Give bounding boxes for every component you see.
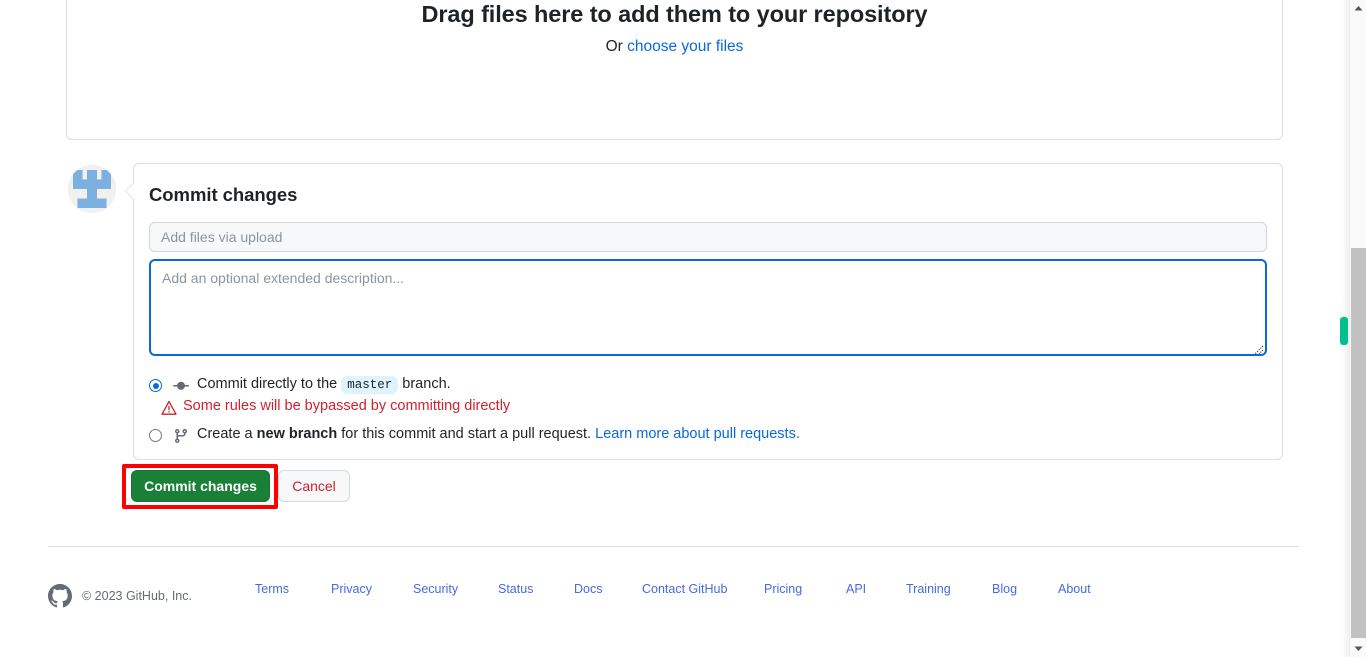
- bypass-rules-warning-text: Some rules will be bypassed by committin…: [183, 398, 511, 414]
- bubble-arrow-fill: [126, 182, 135, 200]
- scrollbar-find-marker: [1340, 317, 1348, 345]
- git-branch-icon: [174, 429, 187, 444]
- branch-name-badge: master: [341, 376, 399, 394]
- commit-message-input[interactable]: [149, 222, 1267, 252]
- option-create-new-branch-label: Create a new branch for this commit and …: [197, 426, 800, 442]
- alert-triangle-icon: [161, 400, 177, 415]
- opt2-bold-text: new branch: [256, 426, 338, 442]
- footer-link-api[interactable]: API: [846, 582, 866, 596]
- commit-changes-button[interactable]: Commit changes: [131, 470, 270, 502]
- dropzone-subtitle: Or choose your files: [67, 38, 1282, 56]
- avatar: [68, 165, 116, 213]
- github-mark-icon: [48, 584, 72, 608]
- commit-changes-heading: Commit changes: [149, 184, 298, 205]
- opt2-text-after: for this commit and start a pull request…: [337, 426, 596, 442]
- footer-link-about[interactable]: About: [1058, 582, 1091, 596]
- choose-your-files-link[interactable]: choose your files: [627, 38, 743, 55]
- file-upload-dropzone[interactable]: Drag files here to add them to your repo…: [66, 0, 1283, 140]
- opt1-text-before: Commit directly to the: [197, 376, 342, 392]
- footer-link-privacy[interactable]: Privacy: [331, 582, 372, 596]
- footer-link-docs[interactable]: Docs: [574, 582, 602, 596]
- scroll-up-arrow-icon[interactable]: [1350, 0, 1366, 17]
- option-commit-directly-label: Commit directly to the master branch.: [197, 376, 451, 394]
- scroll-down-arrow-icon[interactable]: [1350, 640, 1366, 657]
- page-content: Drag files here to add them to your repo…: [0, 0, 1340, 657]
- footer-link-blog[interactable]: Blog: [992, 582, 1017, 596]
- footer-copyright: © 2023 GitHub, Inc.: [82, 589, 192, 603]
- bypass-rules-warning: Some rules will be bypassed by committin…: [161, 398, 511, 415]
- footer-link-pricing[interactable]: Pricing: [764, 582, 802, 596]
- footer: © 2023 GitHub, Inc.: [48, 583, 192, 609]
- option-create-new-branch[interactable]: Create a new branch for this commit and …: [149, 426, 800, 444]
- scrollbar-thumb[interactable]: [1351, 248, 1366, 638]
- footer-link-terms[interactable]: Terms: [255, 582, 289, 596]
- commit-changes-box: Commit changes Commit directly to the ma…: [125, 163, 1283, 460]
- option-commit-directly[interactable]: Commit directly to the master branch.: [149, 376, 451, 394]
- footer-link-contact-github[interactable]: Contact GitHub: [642, 582, 727, 596]
- footer-link-training[interactable]: Training: [906, 582, 951, 596]
- pull-requests-learn-more-link[interactable]: Learn more about pull requests.: [595, 426, 800, 442]
- opt2-text-before: Create a: [197, 426, 257, 442]
- vertical-scrollbar[interactable]: [1349, 0, 1366, 657]
- page-root: Drag files here to add them to your repo…: [0, 0, 1366, 657]
- dropzone-title: Drag files here to add them to your repo…: [421, 1, 928, 27]
- radio-commit-directly[interactable]: [149, 379, 162, 392]
- footer-divider: [48, 546, 1299, 547]
- cancel-button[interactable]: Cancel: [278, 470, 350, 502]
- radio-create-new-branch[interactable]: [149, 429, 162, 442]
- footer-link-security[interactable]: Security: [413, 582, 458, 596]
- opt1-text-after: branch.: [398, 376, 451, 392]
- footer-link-status[interactable]: Status: [498, 582, 533, 596]
- commit-description-input[interactable]: [149, 259, 1267, 356]
- identicon-icon: [68, 165, 116, 213]
- git-commit-icon: [173, 381, 189, 390]
- dropzone-or-text: Or: [605, 38, 628, 55]
